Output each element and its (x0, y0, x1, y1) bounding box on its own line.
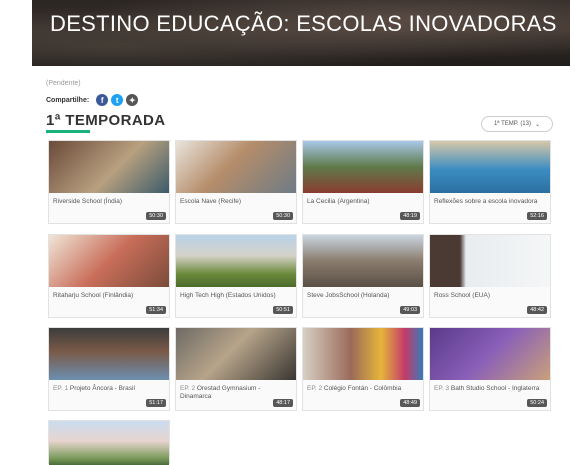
duration-badge: 50:30 (146, 212, 166, 220)
duration-badge: 48:19 (400, 212, 420, 220)
episode-number: EP. 2 (307, 385, 323, 392)
share-bar: Compartilhe: f t ✦ (46, 94, 139, 106)
hero-banner: DESTINO EDUCAÇÃO: ESCOLAS INOVADORAS (32, 0, 570, 66)
duration-badge: 52:16 (527, 212, 547, 220)
duration-badge: 50:51 (273, 306, 293, 314)
episode-thumbnail (49, 421, 169, 465)
episode-thumbnail (430, 235, 550, 287)
episode-card[interactable]: 48:19 La Cecilia (Argentina) (302, 140, 424, 224)
episode-card[interactable]: 51:34 Ritaharju School (Finlândia) (48, 234, 170, 318)
episode-title: Riverside School (Índia) (53, 198, 123, 205)
episode-card[interactable]: 51:17 EP. 1 Projeto Âncora - Brasil (48, 327, 170, 411)
share-icon[interactable]: ✦ (126, 94, 139, 106)
episode-title: Escola Nave (Recife) (180, 198, 242, 205)
duration-badge: 49:03 (400, 306, 420, 314)
season-underline (46, 130, 90, 133)
episode-thumbnail (303, 235, 423, 287)
episode-thumbnail (176, 141, 296, 193)
episode-title: Bath Studio School - Inglaterra (450, 385, 540, 392)
duration-badge: 51:17 (146, 399, 166, 407)
episode-title: La Cecilia (Argentina) (307, 198, 370, 205)
pending-label: (Pendente) (46, 80, 81, 87)
episode-card[interactable]: 48:49 EP. 2 Colégio Fontán - Colômbia (302, 327, 424, 411)
season-select-label: 1ª TEMP. (13) (493, 121, 531, 127)
episode-title: High Tech High (Estados Unidos) (180, 292, 276, 299)
episode-thumbnail (430, 328, 550, 380)
episode-card[interactable]: 50:24 EP. 3 Bath Studio School - Inglate… (429, 327, 551, 411)
duration-badge: 48:49 (400, 399, 420, 407)
episode-title: Projeto Âncora - Brasil (69, 385, 135, 392)
episode-number: EP. 3 (434, 385, 450, 392)
page-title: DESTINO EDUCAÇÃO: ESCOLAS INOVADORAS (50, 11, 557, 36)
episode-card[interactable]: 49:03 Steve JobsSchool (Holanda) (302, 234, 424, 318)
episode-card[interactable]: 50:30 Riverside School (Índia) (48, 140, 170, 224)
episode-card[interactable]: 52:16 Reflexões sobre a escola inovadora (429, 140, 551, 224)
duration-badge: 51:34 (146, 306, 166, 314)
episode-card[interactable] (48, 420, 170, 465)
facebook-icon[interactable]: f (96, 94, 109, 106)
episode-card[interactable]: 50:51 High Tech High (Estados Unidos) (175, 234, 297, 318)
episode-thumbnail (176, 235, 296, 287)
episode-title: Ross School (EUA) (434, 292, 490, 299)
episode-thumbnail (303, 328, 423, 380)
episode-thumbnail (176, 328, 296, 380)
episode-number: EP. 2 (180, 385, 196, 392)
season-title: 1ª TEMPORADA (46, 112, 166, 129)
episode-title: Reflexões sobre a escola inovadora (434, 198, 538, 205)
season-select[interactable]: 1ª TEMP. (13) ⌄ (481, 116, 553, 132)
episode-thumbnail (49, 141, 169, 193)
chevron-down-icon: ⌄ (534, 121, 541, 128)
twitter-icon[interactable]: t (111, 94, 124, 106)
duration-badge: 48:42 (527, 306, 547, 314)
episode-card[interactable]: 48:17 EP. 2 Orestad Gymnasium - Dinamarc… (175, 327, 297, 411)
episode-card[interactable]: 48:42 Ross School (EUA) (429, 234, 551, 318)
episode-thumbnail (430, 141, 550, 193)
episode-thumbnail (49, 328, 169, 380)
episode-card[interactable]: 50:30 Escola Nave (Recife) (175, 140, 297, 224)
episode-thumbnail (303, 141, 423, 193)
episode-title: Steve JobsSchool (Holanda) (307, 292, 390, 299)
episode-thumbnail (49, 235, 169, 287)
duration-badge: 50:24 (527, 399, 547, 407)
duration-badge: 50:30 (273, 212, 293, 220)
episode-title: Colégio Fontán - Colômbia (323, 385, 402, 392)
share-label: Compartilhe: (46, 96, 90, 104)
episode-number: EP. 1 (53, 385, 69, 392)
episode-title: Ritaharju School (Finlândia) (53, 292, 134, 299)
